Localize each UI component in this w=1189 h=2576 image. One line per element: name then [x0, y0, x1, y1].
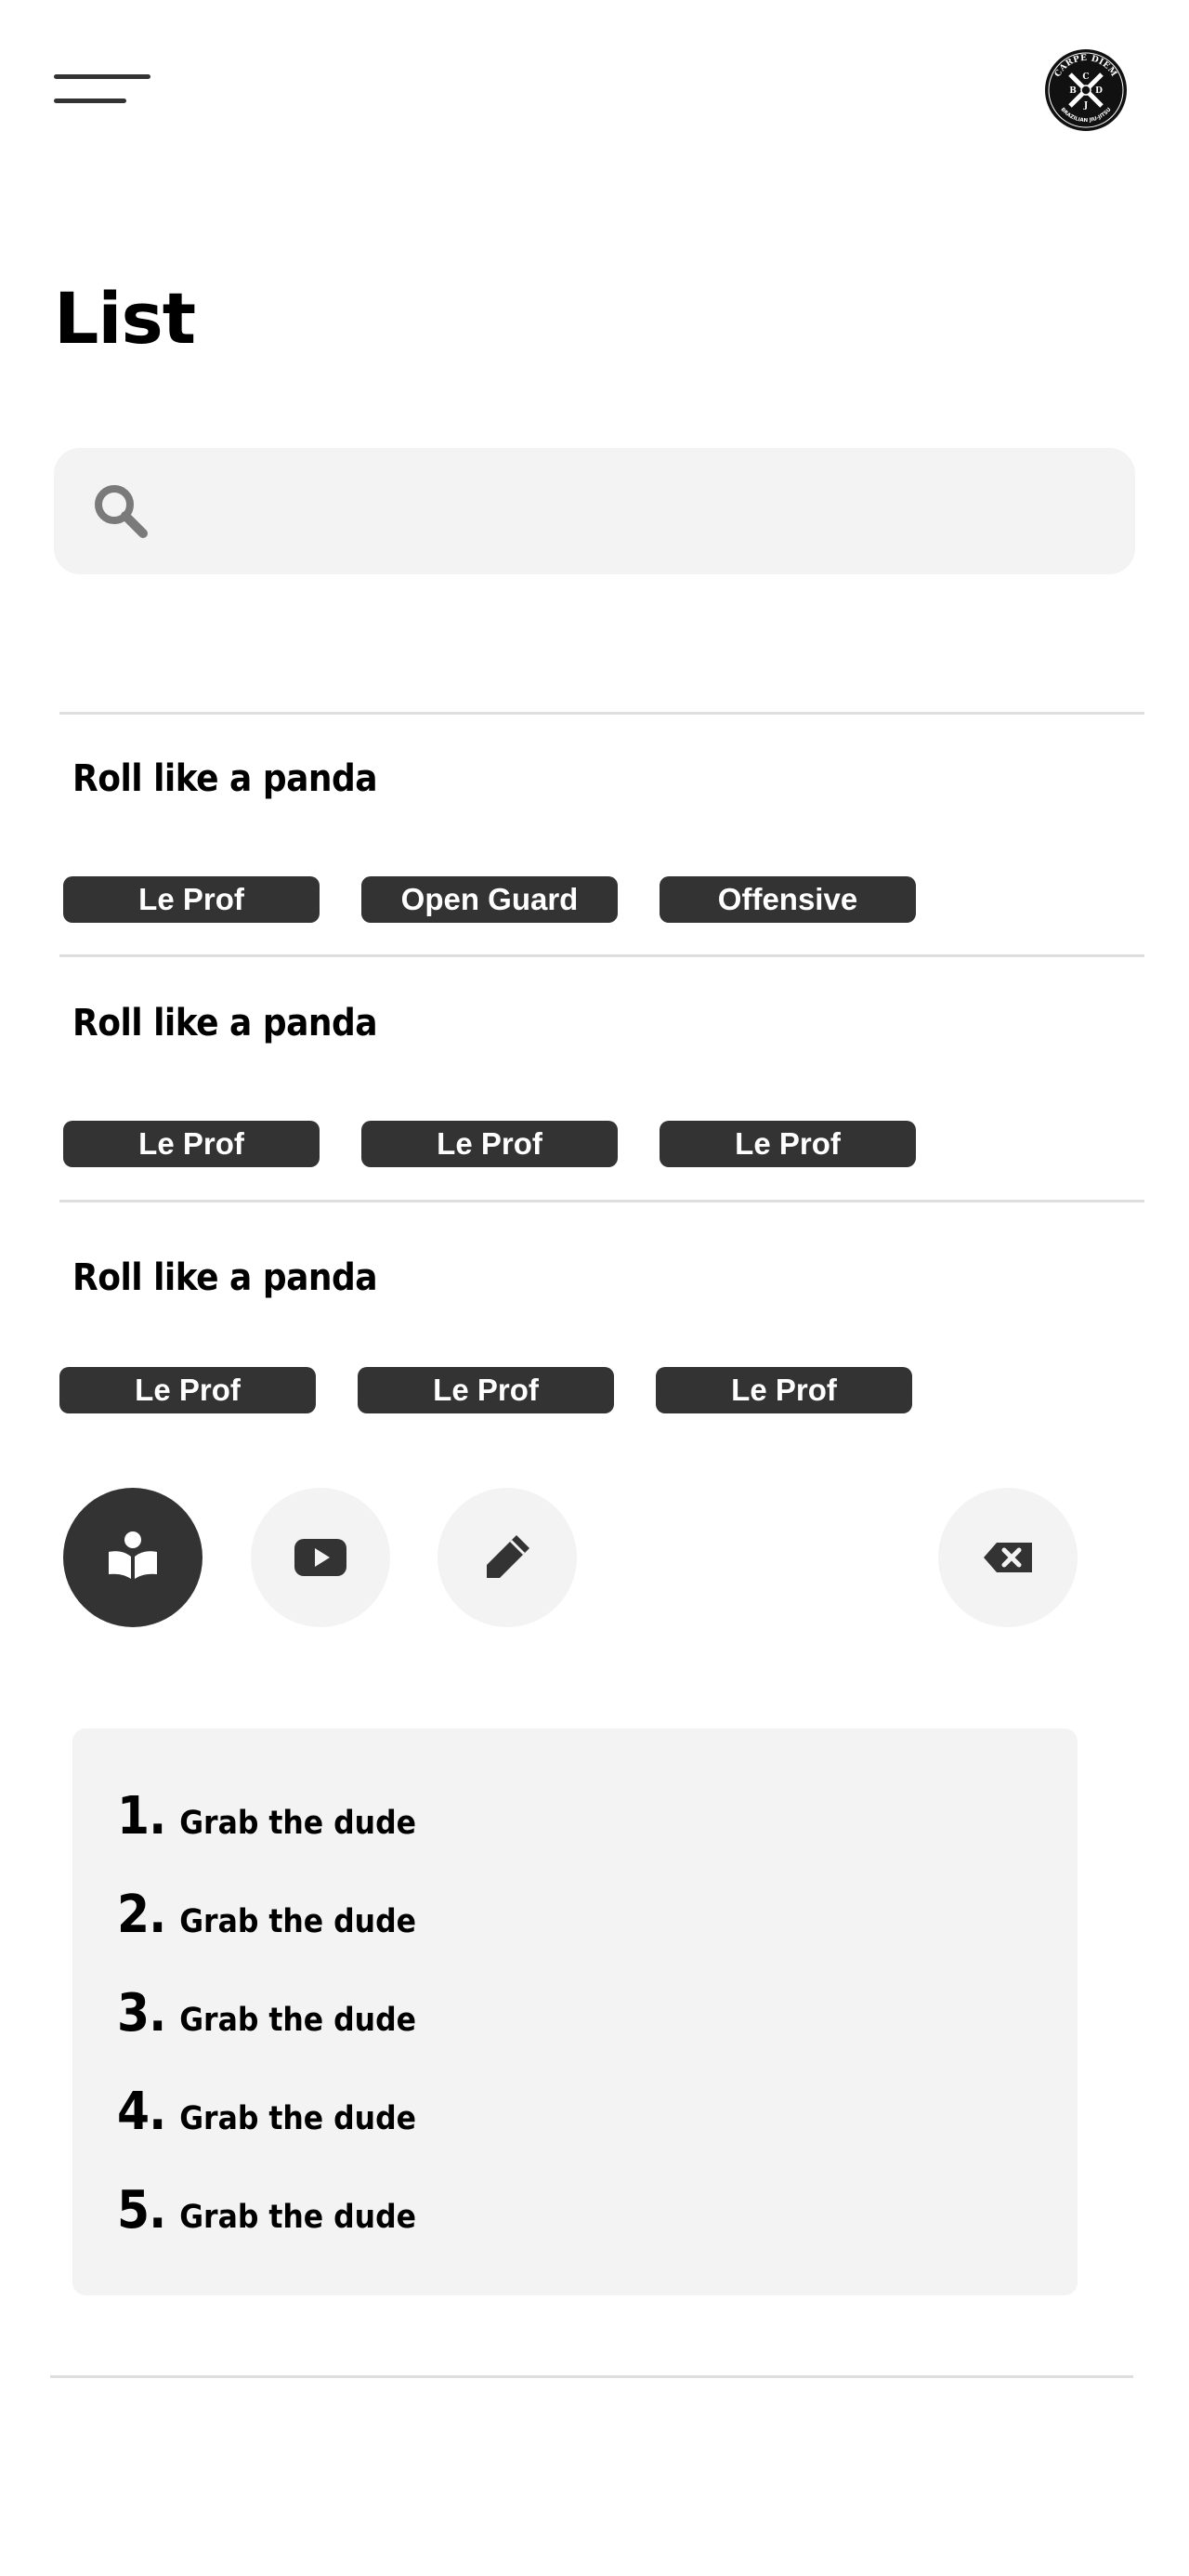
divider: [59, 712, 1144, 715]
youtube-icon: [294, 1539, 346, 1576]
pencil-icon: [487, 1535, 529, 1578]
hamburger-menu-icon[interactable]: [54, 74, 150, 108]
book-reader-icon: [109, 1531, 157, 1579]
logo-letter: D: [1095, 86, 1103, 96]
step-item: 5. Grab the dude: [117, 2180, 416, 2245]
step-text: Grab the dude: [179, 1805, 416, 1842]
step-number: 3: [117, 1983, 150, 2044]
tag-chip[interactable]: Le Prof: [660, 1121, 916, 1167]
delete-button[interactable]: [938, 1488, 1078, 1627]
divider: [50, 2375, 1133, 2378]
step-number-dot: .: [149, 1983, 167, 2044]
step-number: 4: [117, 2082, 150, 2142]
step-number-dot: .: [149, 1885, 167, 1945]
edit-button[interactable]: [438, 1488, 577, 1627]
search-icon: [95, 485, 148, 538]
step-text: Grab the dude: [179, 2199, 416, 2236]
item-title[interactable]: Roll like a panda: [72, 1259, 378, 1296]
tag-chip[interactable]: Le Prof: [358, 1367, 614, 1413]
search-input[interactable]: [175, 476, 1107, 548]
tag-chip[interactable]: Open Guard: [361, 876, 618, 923]
menu-line: [54, 99, 126, 103]
step-text: Grab the dude: [179, 2002, 416, 2039]
steps-panel: 1. Grab the dude 2. Grab the dude 3. Gra…: [72, 1728, 1078, 2295]
tag-chip[interactable]: Le Prof: [59, 1367, 316, 1413]
tag-chip[interactable]: Le Prof: [63, 876, 320, 923]
item-title[interactable]: Roll like a panda: [72, 1005, 378, 1042]
search-bar[interactable]: [54, 448, 1135, 574]
video-button[interactable]: [251, 1488, 390, 1627]
step-item: 4. Grab the dude: [117, 2082, 416, 2147]
step-item: 1. Grab the dude: [117, 1786, 416, 1851]
learn-button[interactable]: [63, 1488, 203, 1627]
logo-letter: J: [1083, 101, 1088, 111]
divider: [59, 1200, 1144, 1203]
step-number-dot: .: [149, 2180, 167, 2241]
logo-letter: C: [1082, 72, 1089, 82]
step-number: 1: [117, 1786, 150, 1847]
step-number-dot: .: [149, 1786, 167, 1847]
step-text: Grab the dude: [179, 1903, 416, 1940]
tag-chip[interactable]: Offensive: [660, 876, 916, 923]
tag-chip[interactable]: Le Prof: [656, 1367, 912, 1413]
tag-chip[interactable]: Le Prof: [63, 1121, 320, 1167]
tag-chip[interactable]: Le Prof: [361, 1121, 618, 1167]
page-title: List: [54, 277, 196, 360]
carpe-diem-logo: CARPE DIEM BRAZILIAN JIU-JITSU C B D J: [1044, 48, 1128, 132]
backspace-icon: [984, 1543, 1032, 1572]
item-title[interactable]: Roll like a panda: [72, 760, 378, 797]
divider: [59, 954, 1144, 957]
step-item: 2. Grab the dude: [117, 1885, 416, 1950]
step-item: 3. Grab the dude: [117, 1983, 416, 2048]
step-number: 2: [117, 1885, 150, 1945]
step-number-dot: .: [149, 2082, 167, 2142]
menu-line: [54, 74, 150, 79]
logo-letter: B: [1069, 86, 1077, 96]
step-number: 5: [117, 2180, 150, 2241]
step-text: Grab the dude: [179, 2100, 416, 2137]
